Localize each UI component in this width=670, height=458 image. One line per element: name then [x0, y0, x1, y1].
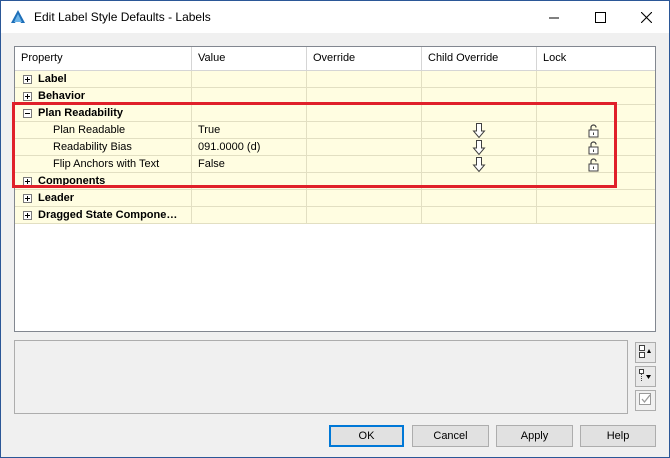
- value-cell[interactable]: [192, 190, 307, 207]
- expand-plus-icon[interactable]: [23, 75, 32, 84]
- expand-plus-icon[interactable]: [23, 194, 32, 203]
- categorized-view-icon: [639, 344, 652, 361]
- maximize-button[interactable]: [577, 1, 623, 33]
- child-override-cell[interactable]: [422, 71, 537, 88]
- minimize-button[interactable]: [531, 1, 577, 33]
- grid-header: Property Value Override Child Override L…: [15, 47, 655, 71]
- property-cell: Leader: [15, 190, 192, 207]
- group-label: Label: [38, 73, 67, 85]
- override-cell[interactable]: [307, 190, 422, 207]
- checklist-button[interactable]: [635, 390, 656, 411]
- apply-button[interactable]: Apply: [496, 425, 573, 447]
- group-label: Leader: [38, 192, 75, 204]
- override-cell[interactable]: [307, 207, 422, 224]
- description-pane: [14, 340, 628, 414]
- window-title: Edit Label Style Defaults - Labels: [34, 10, 211, 24]
- dialog-window: Edit Label Style Defaults - Labels Prope…: [0, 0, 670, 458]
- filter-list-button[interactable]: [635, 366, 656, 387]
- title-bar[interactable]: Edit Label Style Defaults - Labels: [1, 1, 669, 33]
- expand-plus-icon[interactable]: [23, 92, 32, 101]
- minimize-icon: [548, 12, 560, 23]
- column-header-property[interactable]: Property: [15, 47, 192, 70]
- maximize-icon: [594, 11, 606, 23]
- property-grid: Property Value Override Child Override L…: [14, 46, 656, 332]
- table-row[interactable]: Dragged State Compone…: [15, 207, 655, 224]
- help-button[interactable]: Help: [580, 425, 656, 447]
- close-icon: [640, 11, 652, 23]
- child-override-cell[interactable]: [422, 190, 537, 207]
- filter-list-icon: [639, 368, 652, 385]
- cancel-button[interactable]: Cancel: [412, 425, 489, 447]
- value-cell[interactable]: [192, 207, 307, 224]
- column-header-lock[interactable]: Lock: [537, 47, 655, 70]
- red-highlight-box: [12, 102, 617, 188]
- close-button[interactable]: [623, 1, 669, 33]
- column-header-value[interactable]: Value: [192, 47, 307, 70]
- property-cell: Dragged State Compone…: [15, 207, 192, 224]
- ok-button[interactable]: OK: [329, 425, 404, 447]
- column-header-child-override[interactable]: Child Override: [422, 47, 537, 70]
- column-header-override[interactable]: Override: [307, 47, 422, 70]
- categorized-view-button[interactable]: [635, 342, 656, 363]
- expand-plus-icon[interactable]: [23, 211, 32, 220]
- lock-cell[interactable]: [537, 71, 655, 88]
- value-cell[interactable]: [192, 71, 307, 88]
- table-row[interactable]: Label: [15, 71, 655, 88]
- property-cell: Label: [15, 71, 192, 88]
- lock-cell[interactable]: [537, 190, 655, 207]
- checklist-icon: [639, 392, 652, 409]
- table-row[interactable]: Leader: [15, 190, 655, 207]
- app-icon: [10, 9, 26, 25]
- child-override-cell[interactable]: [422, 207, 537, 224]
- group-label: Dragged State Compone…: [38, 209, 178, 221]
- lock-cell[interactable]: [537, 207, 655, 224]
- override-cell[interactable]: [307, 71, 422, 88]
